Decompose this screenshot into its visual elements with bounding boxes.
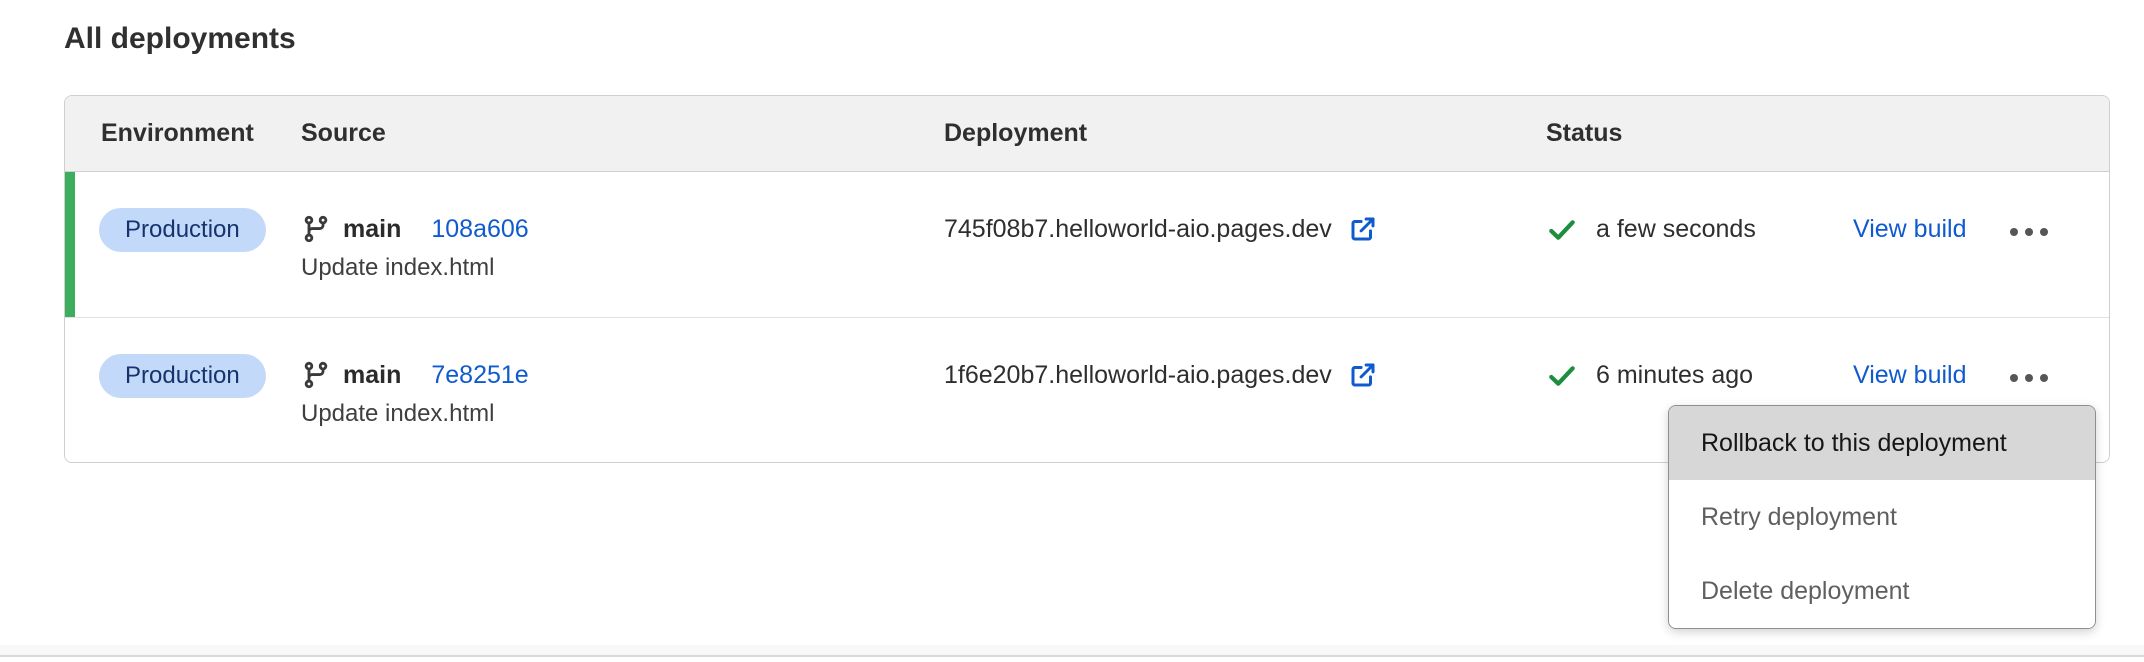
external-link-icon[interactable] [1348, 214, 1378, 244]
branch-name: main [343, 212, 401, 246]
commit-message: Update index.html [301, 252, 944, 284]
view-build-link[interactable]: View build [1853, 361, 1967, 389]
check-icon [1546, 359, 1578, 391]
environment-badge: Production [99, 354, 266, 398]
header-deployment: Deployment [944, 119, 1546, 148]
commit-message: Update index.html [301, 398, 944, 430]
table-row: Production main 108a606 Update index.htm… [65, 172, 2109, 317]
more-actions-button[interactable] [2010, 374, 2048, 382]
current-deployment-indicator [65, 172, 75, 317]
more-actions-button[interactable] [2010, 228, 2048, 236]
menu-item-rollback[interactable]: Rollback to this deployment [1669, 406, 2095, 480]
menu-item-retry[interactable]: Retry deployment [1669, 480, 2095, 554]
git-branch-icon [301, 360, 331, 390]
page-title: All deployments [64, 22, 296, 56]
status-time: a few seconds [1596, 212, 1756, 246]
status-time: 6 minutes ago [1596, 358, 1753, 392]
check-icon [1546, 213, 1578, 245]
context-menu: Rollback to this deployment Retry deploy… [1668, 405, 2096, 629]
external-link-icon[interactable] [1348, 360, 1378, 390]
deployment-url: 1f6e20b7.helloworld-aio.pages.dev [944, 358, 1332, 392]
header-status: Status [1546, 119, 1853, 148]
commit-link[interactable]: 7e8251e [431, 358, 528, 392]
menu-item-delete[interactable]: Delete deployment [1669, 554, 2095, 628]
ellipsis-icon [2010, 228, 2018, 236]
header-environment: Environment [65, 119, 301, 148]
bottom-divider [0, 655, 2144, 657]
branch-name: main [343, 358, 401, 392]
table-header: Environment Source Deployment Status [65, 96, 2109, 172]
commit-link[interactable]: 108a606 [431, 212, 528, 246]
ellipsis-icon [2010, 374, 2018, 382]
git-branch-icon [301, 214, 331, 244]
view-build-link[interactable]: View build [1853, 215, 1967, 243]
deployment-url: 745f08b7.helloworld-aio.pages.dev [944, 212, 1332, 246]
header-source: Source [301, 119, 944, 148]
environment-badge: Production [99, 208, 266, 252]
